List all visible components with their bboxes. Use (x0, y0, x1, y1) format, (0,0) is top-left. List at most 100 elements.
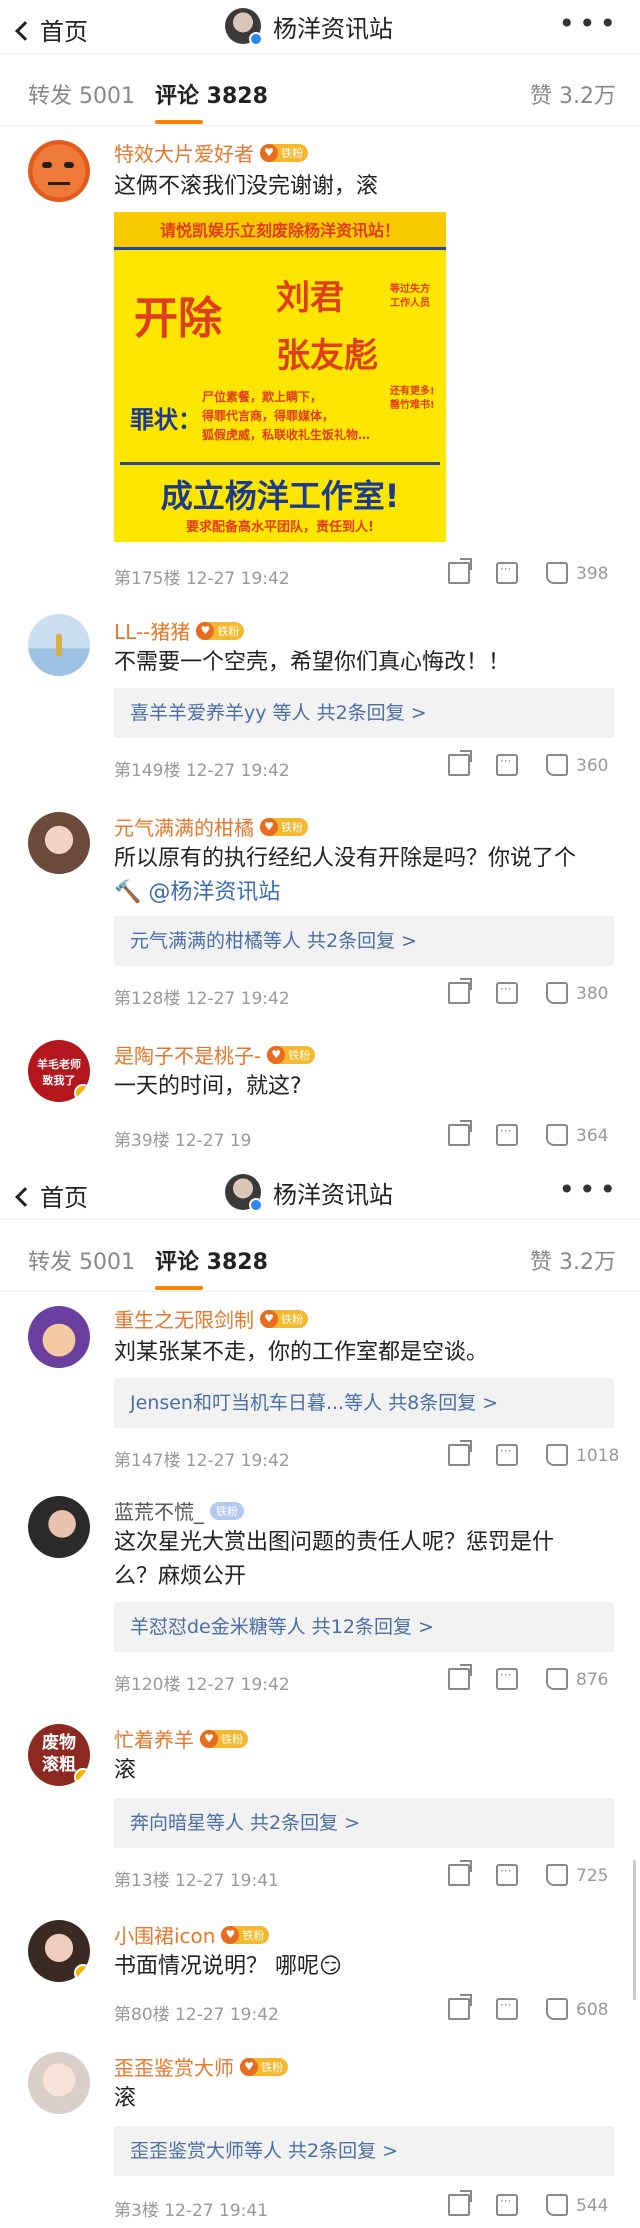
comment-icon[interactable] (496, 1998, 518, 2020)
username[interactable]: 特效大片爱好者 (114, 138, 254, 167)
back-button[interactable]: 首页 (15, 1178, 88, 1213)
like-icon[interactable] (546, 1124, 568, 1146)
comment-text: 所以原有的执行经纪人没有开除是吗？你说了个 🔨 @杨洋资讯站 (114, 842, 614, 910)
like-icon[interactable] (546, 1668, 568, 1690)
comment-icon[interactable] (496, 754, 518, 776)
avatar[interactable]: 废物 滚粗 (28, 1724, 90, 1786)
comment-icon[interactable] (496, 1124, 518, 1146)
poster-more-2: 罄竹难书! (390, 400, 435, 411)
back-label: 首页 (40, 18, 88, 46)
fan-badge-label: 铁粉 (281, 146, 303, 160)
more-options-icon[interactable]: ••• (558, 1176, 620, 1204)
active-tab-indicator (155, 1286, 203, 1290)
account-name: 杨洋资讯站 (273, 14, 393, 43)
comment-meta: 第147楼 12-27 19:42 1018 (114, 1440, 619, 1472)
comment-meta: 第13楼 12-27 19:41 725 (114, 1860, 614, 1892)
comment-icon[interactable] (496, 1444, 518, 1466)
avatar[interactable] (28, 1306, 90, 1368)
like-count: 364 (576, 1126, 609, 1146)
like-icon[interactable] (546, 754, 568, 776)
replies-preview[interactable]: 喜羊羊爱养羊yy 等人 共2条回复 > (114, 688, 614, 738)
share-icon[interactable] (448, 1440, 472, 1466)
fan-badge: ♥ 铁粉 (267, 1045, 316, 1064)
comment-icon[interactable] (496, 1864, 518, 1886)
username-row: 歪歪鉴赏大师 ♥ 铁粉 (114, 2052, 288, 2081)
username-row: 重生之无限剑制 ♥ 铁粉 (114, 1304, 308, 1333)
username-row: 元气满满的柑橘 ♥ 铁粉 (114, 812, 308, 841)
username-row: 小围裙icon ♥ 铁粉 (114, 1920, 270, 1949)
share-icon[interactable] (448, 750, 472, 776)
like-icon[interactable] (546, 562, 568, 584)
screenshot-bottom: 首页 杨洋资讯站 ••• 转发 5001 评论 3828 赞 3.2万 重生之无… (0, 1166, 640, 2228)
tab-like[interactable]: 赞 3.2万 (530, 78, 616, 110)
scrollbar[interactable] (633, 1860, 636, 2000)
replies-preview[interactable]: 元气满满的柑橘等人 共2条回复 > (114, 916, 614, 966)
comment-text: 这次星光大赏出图问题的责任人呢？惩罚是什 么？麻烦公开 (114, 1526, 614, 1594)
account-title[interactable]: 杨洋资讯站 (225, 8, 393, 46)
like-icon[interactable] (546, 2194, 568, 2216)
username[interactable]: 小围裙icon (114, 1920, 215, 1949)
like-icon[interactable] (546, 1998, 568, 2020)
username[interactable]: 元气满满的柑橘 (114, 812, 254, 841)
comment-image[interactable]: 请悦凯娱乐立刻废除杨洋资讯站！ 开除 刘君 张友彪 等过失方 工作人员 罪状： … (114, 212, 446, 542)
tab-repost[interactable]: 转发 5001 (28, 1244, 135, 1276)
like-icon[interactable] (546, 1444, 568, 1466)
comment-meta: 第80楼 12-27 19:42 608 (114, 1994, 614, 2026)
like-icon[interactable] (546, 1864, 568, 1886)
tab-bar: 转发 5001 评论 3828 赞 3.2万 (0, 54, 640, 126)
share-icon[interactable] (448, 558, 472, 584)
avatar[interactable] (28, 1496, 90, 1558)
username[interactable]: 重生之无限剑制 (114, 1304, 254, 1333)
comment-icon[interactable] (496, 2194, 518, 2216)
nav-bar: 首页 杨洋资讯站 ••• (0, 0, 640, 54)
more-options-icon[interactable]: ••• (558, 10, 620, 38)
heart-icon: ♥ (260, 143, 278, 162)
share-icon[interactable] (448, 1994, 472, 2020)
username[interactable]: LL--猪猪 (114, 616, 190, 645)
account-title[interactable]: 杨洋资讯站 (225, 1174, 393, 1212)
avatar[interactable] (28, 614, 90, 676)
username[interactable]: 歪歪鉴赏大师 (114, 2052, 234, 2081)
replies-preview[interactable]: 奔向暗星等人 共2条回复 > (114, 1798, 614, 1848)
like-icon[interactable] (546, 982, 568, 1004)
comment-item: 小围裙icon ♥ 铁粉 书面情况说明？ 哪呢😏 第80楼 12-27 19:42… (0, 1902, 640, 2034)
comment-icon[interactable] (496, 562, 518, 584)
active-tab-indicator (155, 120, 203, 124)
poster-note-2: 工作人员 (390, 298, 430, 309)
avatar[interactable] (28, 140, 90, 202)
comment-text: 滚 (114, 1758, 137, 1783)
replies-preview[interactable]: 羊怼怼de金米糖等人 共12条回复 > (114, 1602, 614, 1652)
replies-preview[interactable]: Jensen和叮当机车日暮...等人 共8条回复 > (114, 1378, 614, 1428)
comment-item: 歪歪鉴赏大师 ♥ 铁粉 滚 歪歪鉴赏大师等人 共2条回复 > 第3楼 12-27 … (0, 2034, 640, 2228)
share-icon[interactable] (448, 1664, 472, 1690)
heart-icon: ♥ (260, 1309, 278, 1328)
heart-icon: ♥ (240, 2057, 258, 2076)
replies-preview[interactable]: 歪歪鉴赏大师等人 共2条回复 > (114, 2126, 614, 2176)
comment-meta: 第120楼 12-27 19:42 876 (114, 1664, 614, 1696)
share-icon[interactable] (448, 1120, 472, 1146)
heart-icon: ♥ (196, 621, 215, 640)
avatar[interactable] (28, 1920, 90, 1982)
comment-icon[interactable] (496, 982, 518, 1004)
share-icon[interactable] (448, 978, 472, 1004)
back-button[interactable]: 首页 (15, 12, 88, 47)
tab-repost[interactable]: 转发 5001 (28, 78, 135, 110)
avatar[interactable] (28, 2052, 90, 2114)
avatar-text: 废物 (42, 1733, 76, 1753)
fan-badge: ♥ 铁粉 (240, 2057, 288, 2076)
comment-icon[interactable] (496, 1668, 518, 1690)
hammer-emoji: 🔨 (114, 880, 149, 905)
avatar[interactable]: 羊毛老师 致我了 (28, 1040, 90, 1102)
share-icon[interactable] (448, 2190, 472, 2216)
username[interactable]: 蓝荒不慌_ (114, 1496, 204, 1525)
username[interactable]: 是陶子不是桃子- (114, 1040, 261, 1069)
poster-fire-text: 开除 (134, 293, 222, 344)
avatar[interactable] (28, 812, 90, 874)
fan-badge: ♥ 铁粉 (200, 1729, 248, 1748)
mention-link[interactable]: @杨洋资讯站 (148, 880, 280, 905)
poster-crime-label: 罪状： (130, 406, 202, 434)
share-icon[interactable] (448, 1860, 472, 1886)
username[interactable]: 忙着养羊 (114, 1724, 194, 1753)
tab-like[interactable]: 赞 3.2万 (530, 1244, 616, 1276)
floor-time: 第80楼 12-27 19:42 (114, 2005, 279, 2025)
